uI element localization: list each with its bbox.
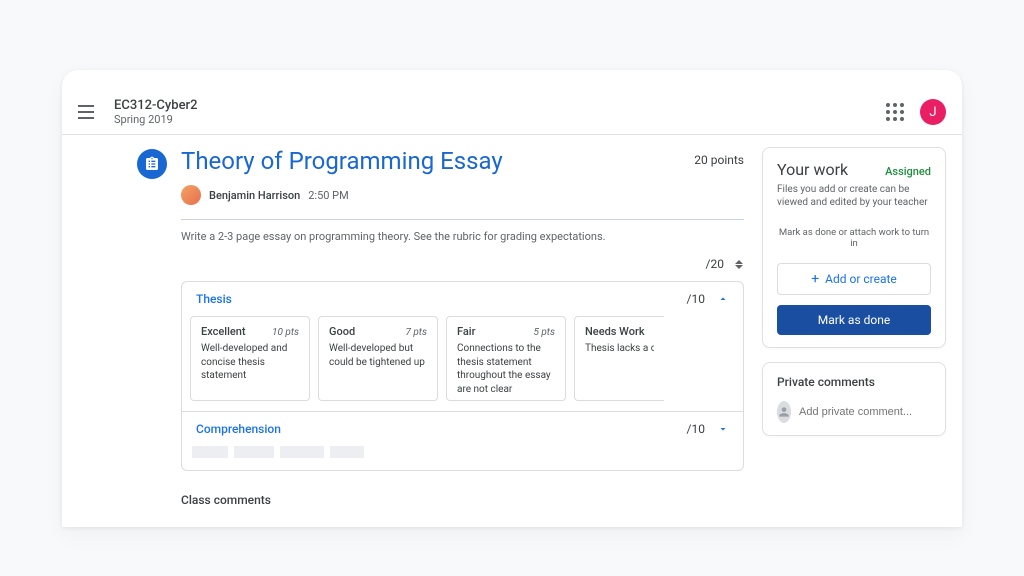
plus-icon: + bbox=[811, 272, 819, 286]
rubric-section-name: Comprehension bbox=[196, 422, 281, 436]
mark-as-done-label: Mark as done bbox=[818, 313, 890, 327]
class-info[interactable]: EC312-Cyber2 Spring 2019 bbox=[114, 98, 198, 127]
rubric-section-comprehension: Comprehension /10 bbox=[182, 411, 743, 470]
teacher-avatar bbox=[181, 185, 201, 205]
your-work-card: Your work Assigned Files you add or crea… bbox=[762, 147, 946, 348]
assignment-title: Theory of Programming Essay bbox=[181, 147, 503, 175]
side-column: Your work Assigned Files you add or crea… bbox=[762, 147, 946, 507]
rubric-section-header[interactable]: Comprehension /10 bbox=[182, 412, 743, 446]
status-badge: Assigned bbox=[885, 165, 931, 178]
chevron-down-icon bbox=[717, 423, 729, 435]
rubric-level[interactable]: Fair5 pts Connections to the thesis stat… bbox=[446, 316, 566, 401]
assignment-icon bbox=[137, 149, 167, 179]
private-comments-card: Private comments bbox=[762, 362, 946, 436]
divider bbox=[181, 219, 744, 220]
private-comments-title: Private comments bbox=[777, 375, 931, 389]
assignment-description: Write a 2-3 page essay on programming th… bbox=[181, 230, 744, 243]
placeholder-row bbox=[182, 446, 743, 470]
rubric-level[interactable]: Needs Work Thesis lacks a clear point of… bbox=[574, 316, 664, 401]
rubric-box: Thesis /10 Excellent10 pts Well-develope… bbox=[181, 281, 744, 471]
user-avatar-small bbox=[777, 401, 791, 423]
add-or-create-label: Add or create bbox=[825, 272, 897, 286]
add-or-create-button[interactable]: + Add or create bbox=[777, 263, 931, 295]
topbar: EC312-Cyber2 Spring 2019 J bbox=[62, 90, 962, 135]
rubric-levels: Excellent10 pts Well-developed and conci… bbox=[182, 316, 743, 411]
apps-icon[interactable] bbox=[886, 103, 904, 121]
your-work-hint: Mark as done or attach work to turn in bbox=[777, 227, 931, 249]
rubric-level[interactable]: Good7 pts Well-developed but could be ti… bbox=[318, 316, 438, 401]
private-comment-input[interactable] bbox=[799, 406, 941, 418]
rubric-total-row: /20 bbox=[181, 257, 744, 271]
class-name: EC312-Cyber2 bbox=[114, 98, 198, 114]
menu-icon[interactable] bbox=[78, 101, 100, 123]
rubric-total: /20 bbox=[706, 257, 724, 271]
rubric-level[interactable]: Excellent10 pts Well-developed and conci… bbox=[190, 316, 310, 401]
your-work-title: Your work bbox=[777, 160, 848, 179]
sort-icon[interactable] bbox=[734, 257, 744, 271]
app-window: EC312-Cyber2 Spring 2019 J Theory of Pro… bbox=[62, 70, 962, 527]
rubric-section-points: /10 bbox=[687, 292, 705, 306]
user-avatar[interactable]: J bbox=[920, 99, 946, 125]
timestamp: 2:50 PM bbox=[308, 189, 348, 202]
assignment-points: 20 points bbox=[694, 153, 744, 167]
rubric-section-name: Thesis bbox=[196, 292, 232, 306]
content-area: Theory of Programming Essay 20 points Be… bbox=[62, 135, 962, 527]
class-comments-heading: Class comments bbox=[181, 493, 744, 507]
mark-as-done-button[interactable]: Mark as done bbox=[777, 305, 931, 335]
meta-row: Benjamin Harrison 2:50 PM bbox=[181, 185, 744, 205]
rubric-section-points: /10 bbox=[687, 422, 705, 436]
your-work-subtitle: Files you add or create can be viewed an… bbox=[777, 183, 931, 209]
rubric-section-thesis[interactable]: Thesis /10 bbox=[182, 282, 743, 316]
teacher-name: Benjamin Harrison bbox=[209, 189, 300, 202]
chevron-up-icon bbox=[717, 293, 729, 305]
class-term: Spring 2019 bbox=[114, 113, 198, 126]
main-column: Theory of Programming Essay 20 points Be… bbox=[137, 147, 744, 507]
